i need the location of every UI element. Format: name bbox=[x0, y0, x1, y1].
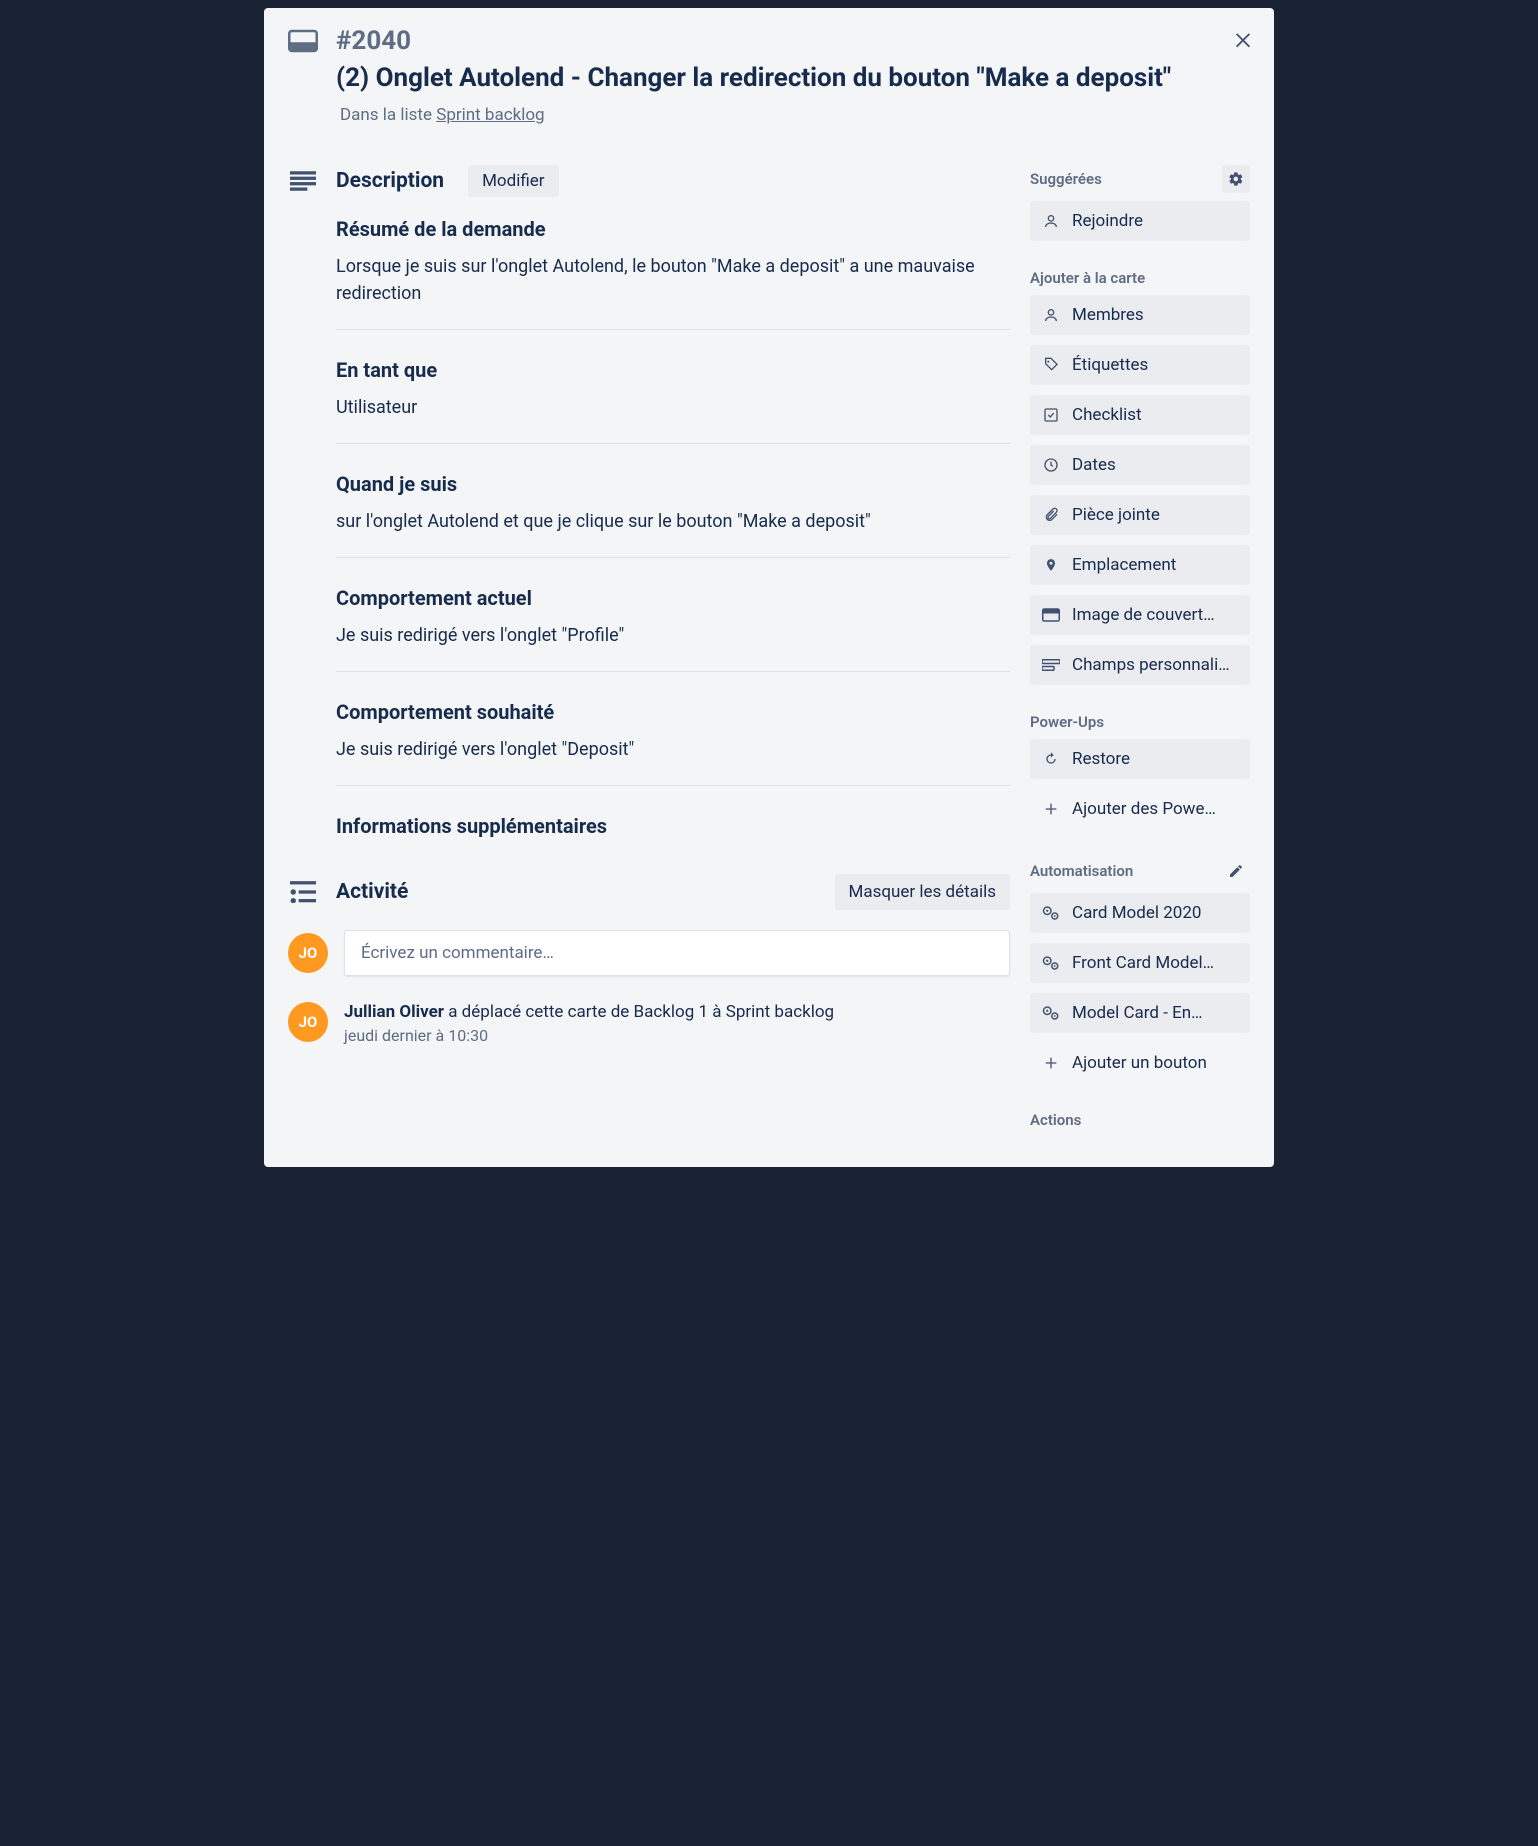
activity-title: Activité bbox=[336, 880, 408, 904]
automation-item[interactable]: Card Model 2020 bbox=[1030, 893, 1250, 933]
plus-icon bbox=[1042, 1055, 1060, 1071]
restore-icon bbox=[1042, 751, 1060, 767]
add-automation-button[interactable]: Ajouter un bouton bbox=[1030, 1043, 1250, 1083]
gears-icon bbox=[1042, 1005, 1060, 1021]
activity-action: a déplacé cette carte de Backlog 1 à Spr… bbox=[444, 1002, 834, 1022]
checklist-icon bbox=[1042, 407, 1060, 423]
divider bbox=[336, 443, 1010, 444]
avatar[interactable]: JO bbox=[288, 1002, 328, 1042]
automation-heading: Automatisation bbox=[1030, 862, 1133, 880]
pencil-icon bbox=[1228, 863, 1244, 879]
activity-text: Jullian Oliver a déplacé cette carte de … bbox=[344, 1002, 834, 1022]
restore-button[interactable]: Restore bbox=[1030, 739, 1250, 779]
hide-details-button[interactable]: Masquer les détails bbox=[835, 874, 1010, 910]
person-icon bbox=[1042, 307, 1060, 323]
activity-date[interactable]: jeudi dernier à 10:30 bbox=[344, 1026, 834, 1045]
comment-input[interactable]: Écrivez un commentaire… bbox=[344, 930, 1010, 976]
description-title: Description bbox=[336, 169, 444, 193]
custom-fields-button[interactable]: Champs personnali… bbox=[1030, 645, 1250, 685]
attachment-icon bbox=[1042, 507, 1060, 523]
settings-button[interactable] bbox=[1222, 165, 1250, 193]
card-title[interactable]: (2) Onglet Autolend - Changer la redirec… bbox=[336, 62, 1190, 95]
edit-automation-button[interactable] bbox=[1222, 857, 1250, 885]
desc-heading: Résumé de la demande bbox=[336, 217, 1010, 241]
automation-item[interactable]: Model Card - En… bbox=[1030, 993, 1250, 1033]
activity-icon bbox=[288, 881, 318, 903]
card-header: #2040 bbox=[288, 26, 1250, 56]
members-button[interactable]: Membres bbox=[1030, 295, 1250, 335]
desc-text: sur l'onglet Autolend et que je clique s… bbox=[336, 508, 1010, 535]
join-button[interactable]: Rejoindre bbox=[1030, 201, 1250, 241]
list-location: Dans la liste Sprint backlog bbox=[340, 105, 1250, 125]
description-icon bbox=[288, 171, 318, 191]
modify-button[interactable]: Modifier bbox=[468, 165, 558, 197]
card-number: #2040 bbox=[336, 26, 411, 56]
list-prefix: Dans la liste bbox=[340, 105, 436, 125]
join-label: Rejoindre bbox=[1072, 211, 1143, 231]
desc-heading: Comportement souhaité bbox=[336, 700, 1010, 724]
labels-button[interactable]: Étiquettes bbox=[1030, 345, 1250, 385]
divider bbox=[336, 329, 1010, 330]
desc-heading: En tant que bbox=[336, 358, 1010, 382]
desc-heading: Comportement actuel bbox=[336, 586, 1010, 610]
dates-button[interactable]: Dates bbox=[1030, 445, 1250, 485]
list-link[interactable]: Sprint backlog bbox=[436, 105, 544, 125]
activity-user[interactable]: Jullian Oliver bbox=[344, 1002, 444, 1022]
actions-heading: Actions bbox=[1030, 1111, 1250, 1129]
gears-icon bbox=[1042, 955, 1060, 971]
card-modal: #2040 (2) Onglet Autolend - Changer la r… bbox=[264, 8, 1274, 1167]
gear-icon bbox=[1228, 171, 1244, 187]
card-icon bbox=[288, 29, 318, 53]
divider bbox=[336, 671, 1010, 672]
powerups-heading: Power-Ups bbox=[1030, 713, 1250, 731]
divider bbox=[336, 785, 1010, 786]
comment-row: JO Écrivez un commentaire… bbox=[288, 930, 1010, 976]
automation-item[interactable]: Front Card Model… bbox=[1030, 943, 1250, 983]
add-to-card-heading: Ajouter à la carte bbox=[1030, 269, 1250, 287]
desc-text: Lorsque je suis sur l'onglet Autolend, l… bbox=[336, 253, 1010, 307]
desc-text: Je suis redirigé vers l'onglet "Profile" bbox=[336, 622, 1010, 649]
description-header: Description Modifier bbox=[288, 165, 1010, 197]
fields-icon bbox=[1042, 659, 1060, 671]
clock-icon bbox=[1042, 457, 1060, 473]
desc-text: Je suis redirigé vers l'onglet "Deposit" bbox=[336, 736, 1010, 763]
desc-heading: Quand je suis bbox=[336, 472, 1010, 496]
attachment-button[interactable]: Pièce jointe bbox=[1030, 495, 1250, 535]
location-icon bbox=[1042, 556, 1060, 574]
desc-text: Utilisateur bbox=[336, 394, 1010, 421]
checklist-button[interactable]: Checklist bbox=[1030, 395, 1250, 435]
avatar[interactable]: JO bbox=[288, 933, 328, 973]
activity-item: JO Jullian Oliver a déplacé cette carte … bbox=[288, 1002, 1010, 1045]
activity-header: Activité Masquer les détails bbox=[288, 874, 1010, 910]
cover-icon bbox=[1042, 608, 1060, 622]
location-button[interactable]: Emplacement bbox=[1030, 545, 1250, 585]
divider bbox=[336, 557, 1010, 558]
add-powerup-button[interactable]: Ajouter des Powe… bbox=[1030, 789, 1250, 829]
close-button[interactable] bbox=[1232, 26, 1254, 56]
description-body[interactable]: Résumé de la demande Lorsque je suis sur… bbox=[336, 217, 1010, 838]
cover-button[interactable]: Image de couvert… bbox=[1030, 595, 1250, 635]
desc-heading: Informations supplémentaires bbox=[336, 814, 1010, 838]
plus-icon bbox=[1042, 801, 1060, 817]
suggested-heading: Suggérées bbox=[1030, 170, 1102, 188]
person-icon bbox=[1042, 213, 1060, 229]
gears-icon bbox=[1042, 905, 1060, 921]
close-icon bbox=[1232, 28, 1254, 50]
tag-icon bbox=[1042, 357, 1060, 373]
